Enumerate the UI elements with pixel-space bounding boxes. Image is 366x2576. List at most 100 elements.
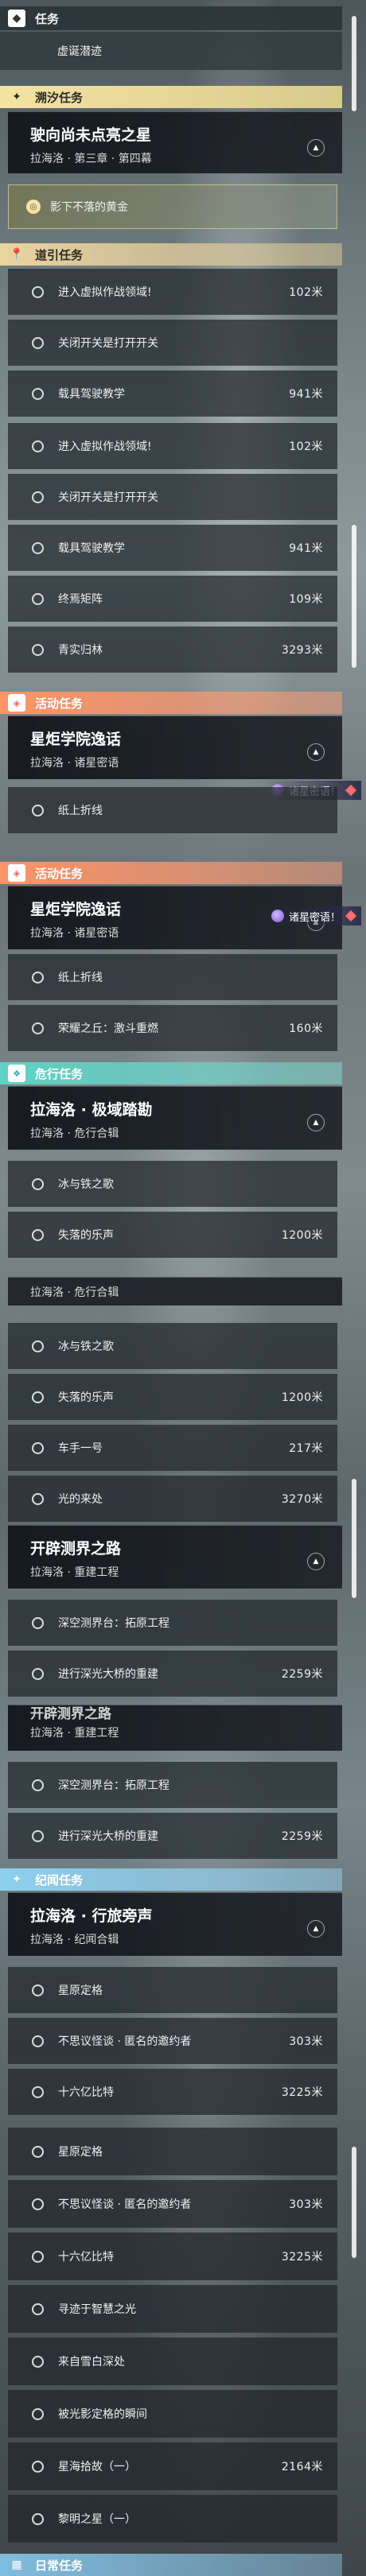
list-item[interactable]: 星海拾故（一） 2164米 xyxy=(8,2442,337,2490)
list-item[interactable]: 纸上折线 xyxy=(8,954,337,1000)
item-label: 光的来处 xyxy=(58,1493,103,1506)
hazard-icon: ❖ xyxy=(8,1065,25,1082)
list-item[interactable]: 光的来处 3270米 xyxy=(8,1476,337,1522)
event-badge-repeat[interactable]: 诸星密语！ xyxy=(267,906,361,925)
collapse-icon[interactable]: ▲ xyxy=(307,1920,325,1938)
list-item[interactable]: 星原定格 xyxy=(8,2128,337,2175)
list-item[interactable]: 不思议怪谈 · 匿名的邀约者 303米 xyxy=(8,2018,337,2064)
list-item[interactable]: 黎明之星（一） xyxy=(8,2495,337,2543)
item-label: 青实归林 xyxy=(58,644,103,657)
list-item[interactable]: 关闭开关是打开开关 xyxy=(8,320,337,366)
item-label: 失落的乐声 xyxy=(58,1391,114,1404)
circle-icon xyxy=(32,541,44,554)
list-item[interactable]: 车手一号 217米 xyxy=(8,1425,337,1471)
item-label: 载具驾驶教学 xyxy=(58,542,125,555)
quest-subtitle: 拉海洛 · 危行合辑 xyxy=(30,1286,119,1299)
list-item[interactable]: 荣耀之丘：激斗重燃 160米 xyxy=(8,1005,337,1051)
item-distance: 3225米 xyxy=(281,2251,323,2264)
circle-icon xyxy=(32,1779,44,1791)
quest-card-trailblaze[interactable]: 驶向尚未点亮之星 拉海洛 · 第三章 · 第四幕 ▲ xyxy=(8,111,342,173)
section-header-guide[interactable]: 📍 道引任务 xyxy=(0,243,342,266)
danger-subheader-repeat[interactable]: 拉海洛 · 危行合辑 xyxy=(8,1277,342,1305)
ticket-icon: ◈ xyxy=(8,694,25,712)
list-item[interactable]: 失落的乐声 1200米 xyxy=(8,1212,337,1258)
circle-icon xyxy=(32,1177,44,1190)
list-item[interactable]: 深空测界台：拓原工程 xyxy=(8,1600,337,1646)
circle-icon xyxy=(32,592,44,605)
section-title: 纪闻任务 xyxy=(35,1872,84,1887)
item-label: 车手一号 xyxy=(58,1442,103,1455)
item-label: 星原定格 xyxy=(58,1984,103,1997)
item-distance: 2164米 xyxy=(281,2461,323,2473)
list-item[interactable]: 进入虚拟作战领域! 102米 xyxy=(8,423,337,469)
list-item[interactable]: 关闭开关是打开开关 xyxy=(8,474,337,520)
scrollbar-thumb[interactable] xyxy=(352,1479,356,1598)
list-item[interactable]: 载具驾驶教学 941米 xyxy=(8,370,337,417)
collapse-icon[interactable]: ▲ xyxy=(307,1553,325,1570)
list-item[interactable]: 进行深光大桥的重建 2259米 xyxy=(8,1651,337,1697)
quest-subtitle: 拉海洛 · 纪闻合辑 xyxy=(30,1934,119,1946)
collapse-icon[interactable]: ▲ xyxy=(307,139,325,157)
task-item[interactable]: 虚诞潜迹 xyxy=(0,32,342,70)
section-header-chronicle[interactable]: ✦ 纪闻任务 xyxy=(0,1868,342,1891)
scrollbar-thumb[interactable] xyxy=(352,2147,356,2258)
item-label: 黎明之星（一） xyxy=(58,2513,136,2526)
quest-card-chronicle[interactable]: 拉海洛 · 行旅旁声 拉海洛 · 纪闻合辑 ▲ xyxy=(8,1892,342,1956)
collapse-icon[interactable]: ▲ xyxy=(307,743,325,761)
list-item[interactable]: 进入虚拟作战领域! 102米 xyxy=(8,269,337,315)
item-distance: 3225米 xyxy=(281,2086,323,2099)
list-item[interactable]: 寻迹于智慧之光 xyxy=(8,2285,337,2333)
circle-icon xyxy=(32,971,44,983)
item-distance: 102米 xyxy=(289,440,323,453)
circle-icon xyxy=(32,804,44,817)
quest-subtitle: 拉海洛 · 重建工程 xyxy=(30,1727,119,1740)
circle-icon xyxy=(32,2198,44,2210)
list-item[interactable]: 进行深光大桥的重建 2259米 xyxy=(8,1813,337,1859)
item-distance: 3293米 xyxy=(281,644,323,657)
list-item[interactable]: 不思议怪谈 · 匿名的邀约者 303米 xyxy=(8,2180,337,2228)
list-item[interactable]: 冰与铁之歌 xyxy=(8,1323,337,1369)
section-header-task[interactable]: ◆ 任务 xyxy=(0,6,342,30)
scrollbar-thumb[interactable] xyxy=(352,525,356,668)
item-distance: 217米 xyxy=(289,1442,323,1455)
item-distance: 3270米 xyxy=(281,1493,323,1506)
orb-icon xyxy=(271,910,284,922)
list-item[interactable]: 星原定格 xyxy=(8,1967,337,2013)
list-item[interactable]: 失落的乐声 1200米 xyxy=(8,1374,337,1420)
quest-card-pioneer-repeat[interactable]: 开辟测界之路 拉海洛 · 重建工程 xyxy=(8,1705,342,1751)
circle-icon xyxy=(32,440,44,452)
list-item[interactable]: 纸上折线 xyxy=(8,787,337,833)
quest-subtitle: 拉海洛 · 第三章 · 第四幕 xyxy=(30,153,152,165)
section-header-event-repeat[interactable]: ◈ 活动任务 xyxy=(0,862,342,884)
quest-card-event[interactable]: 星炬学院逸话 拉海洛 · 诸星密语 ▲ xyxy=(8,716,342,779)
list-item[interactable]: 终焉矩阵 109米 xyxy=(8,576,337,622)
collapse-icon[interactable]: ▲ xyxy=(307,1114,325,1131)
quest-title: 星炬学院逸话 xyxy=(30,901,122,918)
item-distance: 1200米 xyxy=(281,1229,323,1242)
list-item[interactable]: 深空测界台：拓原工程 xyxy=(8,1762,337,1808)
circle-icon xyxy=(32,1984,44,1996)
list-item[interactable]: 来自雪白深处 xyxy=(8,2337,337,2385)
section-header-danger[interactable]: ❖ 危行任务 xyxy=(0,1062,342,1084)
quest-card-pioneer[interactable]: 开辟测界之路 拉海洛 · 重建工程 ▲ xyxy=(8,1525,342,1589)
section-header-event[interactable]: ◈ 活动任务 xyxy=(0,692,342,714)
quest-subtitle: 拉海洛 · 重建工程 xyxy=(30,1566,119,1579)
objective-label: 影下不落的黄金 xyxy=(50,201,128,214)
scrollbar-thumb[interactable] xyxy=(352,16,356,111)
circle-icon xyxy=(32,2035,44,2047)
item-label: 星原定格 xyxy=(58,2146,103,2159)
section-header-trailblaze[interactable]: ✦ 溯汐任务 xyxy=(0,86,342,108)
circle-icon xyxy=(32,1829,44,1842)
item-distance: 109米 xyxy=(289,593,323,606)
item-distance: 941米 xyxy=(289,542,323,555)
trailblaze-objective[interactable]: ◎ 影下不落的黄金 xyxy=(8,184,337,229)
list-item[interactable]: 十六亿比特 3225米 xyxy=(8,2233,337,2280)
list-item[interactable]: 青实归林 3293米 xyxy=(8,627,337,673)
list-item[interactable]: 载具驾驶教学 941米 xyxy=(8,525,337,571)
section-header-daily[interactable]: ▦ 日常任务 xyxy=(0,2554,342,2576)
circle-icon xyxy=(32,2250,44,2263)
list-item[interactable]: 被光影定格的瞬间 xyxy=(8,2390,337,2438)
list-item[interactable]: 十六亿比特 3225米 xyxy=(8,2069,337,2115)
list-item[interactable]: 冰与铁之歌 xyxy=(8,1161,337,1207)
quest-card-danger[interactable]: 拉海洛 · 极域踏勘 拉海洛 · 危行合辑 ▲ xyxy=(8,1086,342,1150)
